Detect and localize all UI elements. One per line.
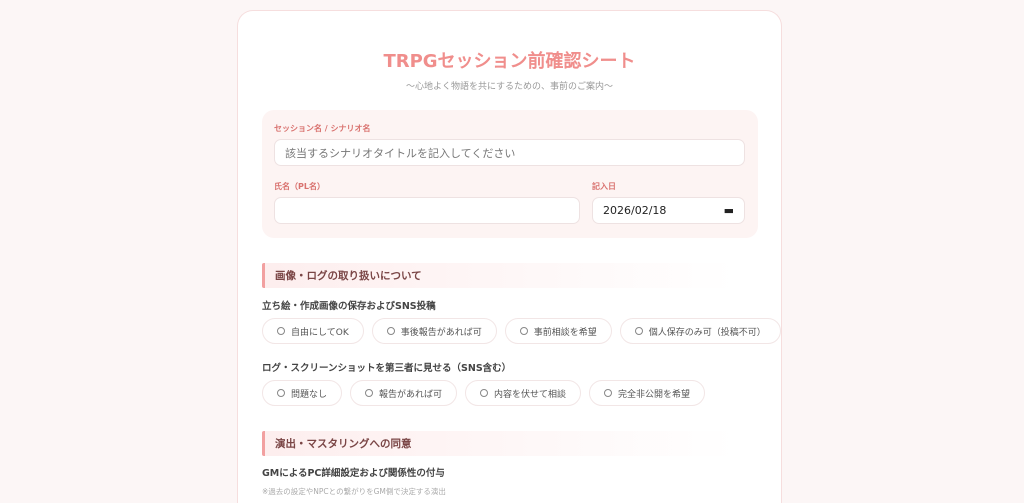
question-label: 立ち絵・作成画像の保存およびSNS投稿 — [262, 301, 436, 312]
option-label: 事前相談を希望 — [533, 327, 597, 338]
question-note: ※過去の設定やNPCとの繋がりをGM側で決定する演出 — [262, 487, 446, 496]
radio-group-image-posting: 自由にしてOK 事後報告があれば可 事前相談を希望 個人保存のみ可（投稿不可） — [262, 318, 781, 344]
option-label: 事後報告があれば可 — [400, 327, 482, 338]
radio-option[interactable]: 個人保存のみ可（投稿不可） — [619, 318, 781, 344]
radio-icon[interactable] — [604, 389, 613, 397]
option-label: 内容を伏せて相談 — [494, 389, 567, 400]
session-name-label: セッション名 / シナリオ名 — [274, 124, 371, 133]
player-name-input[interactable] — [274, 197, 580, 224]
radio-icon[interactable] — [634, 327, 643, 335]
radio-option[interactable]: 問題なし — [262, 380, 343, 406]
radio-icon[interactable] — [480, 389, 489, 397]
radio-option[interactable]: 完全非公開を希望 — [589, 380, 706, 406]
option-label: 自由にしてOK — [291, 327, 349, 338]
radio-icon[interactable] — [277, 327, 285, 335]
radio-option[interactable]: 事後報告があれば可 — [371, 318, 497, 344]
question-label: ログ・スクリーンショットを第三者に見せる（SNS含む） — [262, 363, 512, 374]
option-label: 個人保存のみ可（投稿不可） — [648, 327, 766, 338]
calendar-icon[interactable]: ▬ — [724, 204, 734, 217]
section-header-image-log: 画像・ログの取り扱いについて — [262, 263, 735, 288]
radio-option[interactable]: 報告があれば可 — [350, 380, 458, 406]
date-value: 2026/02/18 — [603, 204, 667, 217]
option-label: 完全非公開を希望 — [618, 389, 691, 400]
radio-option[interactable]: 自由にしてOK — [262, 318, 364, 344]
basic-info-panel: セッション名 / シナリオ名 該当するシナリオタイトルを記入してください 氏名（… — [262, 110, 758, 238]
option-label: 報告があれば可 — [379, 389, 443, 400]
radio-icon[interactable] — [386, 327, 395, 335]
radio-icon[interactable] — [277, 389, 285, 397]
form-card: TRPGセッション前確認シート ～心地よく物語を共にするための、事前のご案内～ … — [237, 10, 782, 503]
date-label: 記入日 — [592, 182, 616, 191]
session-name-input[interactable]: 該当するシナリオタイトルを記入してください — [274, 139, 745, 166]
radio-icon[interactable] — [365, 389, 374, 397]
page-title: TRPGセッション前確認シート — [383, 51, 636, 72]
option-label: 問題なし — [291, 389, 328, 400]
question-label: GMによるPC詳細設定および関係性の付与 — [262, 468, 445, 479]
radio-option[interactable]: 事前相談を希望 — [504, 318, 612, 344]
radio-icon[interactable] — [519, 327, 528, 335]
player-name-label: 氏名（PL名） — [274, 182, 325, 191]
date-input[interactable]: 2026/02/18 ▬ — [592, 197, 745, 224]
section-header-mastering: 演出・マスタリングへの同意 — [262, 431, 735, 456]
page-subtitle: ～心地よく物語を共にするための、事前のご案内～ — [405, 82, 614, 92]
radio-group-log-sharing: 問題なし 報告があれば可 内容を伏せて相談 完全非公開を希望 — [262, 380, 706, 406]
radio-option[interactable]: 内容を伏せて相談 — [465, 380, 582, 406]
